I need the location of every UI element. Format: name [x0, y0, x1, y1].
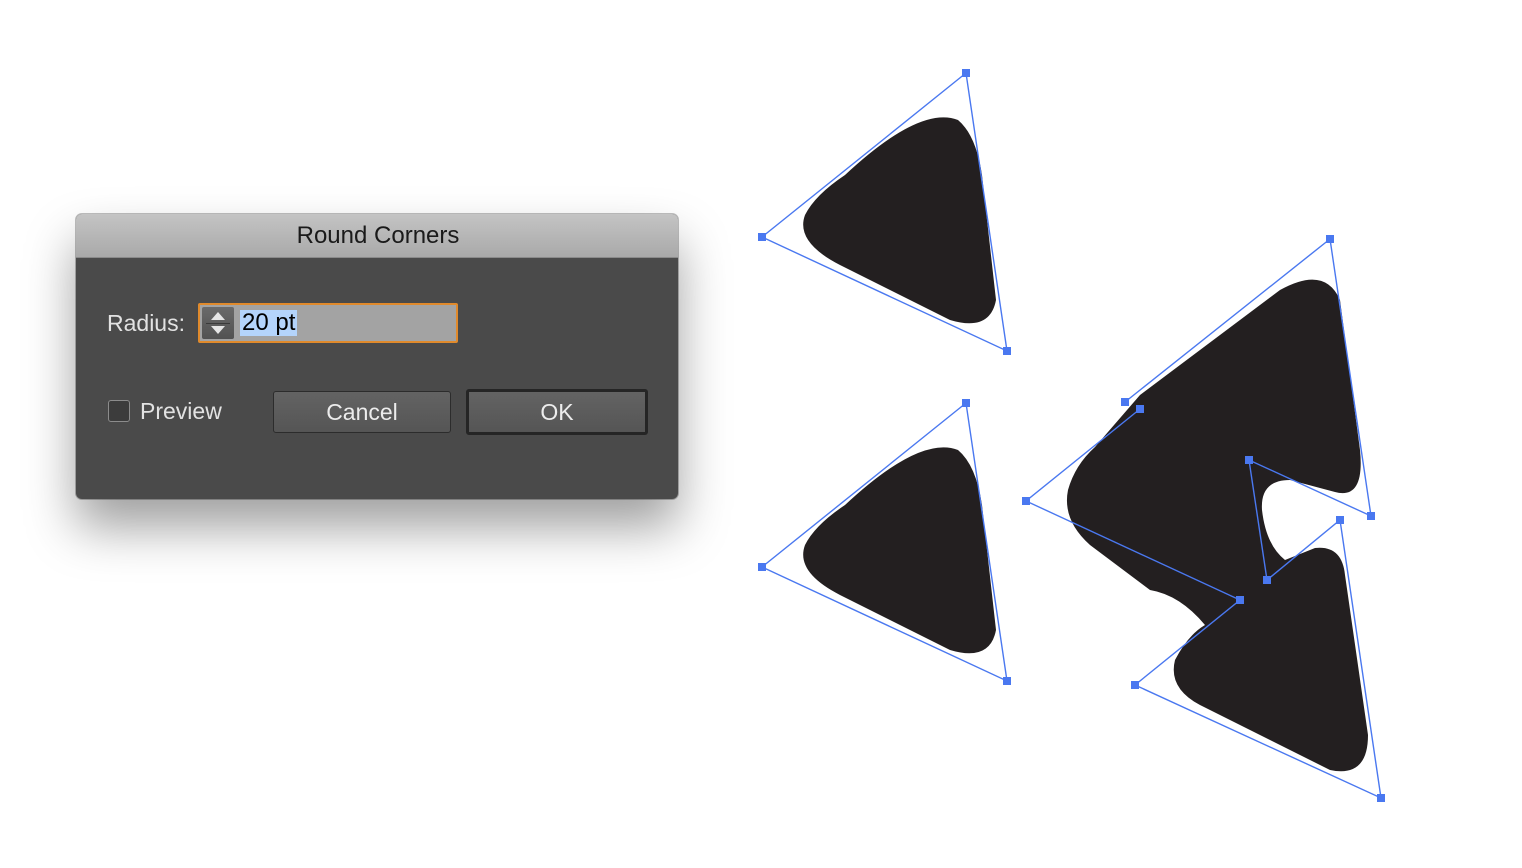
- rounded-triangle-1-fill[interactable]: [803, 117, 996, 324]
- rounded-compound-fill[interactable]: [1066, 279, 1368, 772]
- anchor-point[interactable]: [1121, 398, 1129, 406]
- chevron-up-icon[interactable]: [211, 312, 225, 320]
- anchor-point[interactable]: [1263, 576, 1271, 584]
- radius-label: Radius:: [107, 310, 185, 336]
- anchor-point[interactable]: [1131, 681, 1139, 689]
- anchor-point[interactable]: [1367, 512, 1375, 520]
- round-corners-dialog: Round Corners Radius: 20 pt Preview Canc…: [76, 214, 678, 499]
- anchor-point[interactable]: [1236, 596, 1244, 604]
- anchor-point[interactable]: [1336, 516, 1344, 524]
- cancel-button[interactable]: Cancel: [273, 391, 451, 433]
- stepper-divider: [206, 323, 230, 324]
- dialog-title: Round Corners: [296, 221, 460, 249]
- rounded-triangle-1[interactable]: [758, 69, 1011, 355]
- dialog-titlebar[interactable]: Round Corners: [76, 214, 678, 258]
- anchor-point[interactable]: [1003, 677, 1011, 685]
- rounded-triangle-2-fill[interactable]: [803, 447, 996, 654]
- anchor-point[interactable]: [1377, 794, 1385, 802]
- rounded-compound-shape[interactable]: [1022, 235, 1385, 802]
- radius-stepper[interactable]: [202, 307, 234, 339]
- anchor-point[interactable]: [758, 563, 766, 571]
- ok-button-label: OK: [540, 398, 574, 425]
- anchor-point[interactable]: [1003, 347, 1011, 355]
- anchor-point[interactable]: [1022, 497, 1030, 505]
- anchor-point[interactable]: [1245, 456, 1253, 464]
- anchor-point[interactable]: [758, 233, 766, 241]
- anchor-point[interactable]: [962, 399, 970, 407]
- anchor-point[interactable]: [1136, 405, 1144, 413]
- preview-checkbox[interactable]: [108, 400, 130, 422]
- anchor-point[interactable]: [1326, 235, 1334, 243]
- radius-input[interactable]: 20 pt: [198, 303, 458, 343]
- ok-button[interactable]: OK: [466, 389, 648, 435]
- rounded-triangle-2[interactable]: [758, 399, 1011, 685]
- chevron-down-icon[interactable]: [211, 326, 225, 334]
- preview-label[interactable]: Preview: [140, 398, 222, 425]
- cancel-button-label: Cancel: [326, 398, 398, 425]
- radius-value[interactable]: 20 pt: [240, 310, 298, 336]
- anchor-point[interactable]: [962, 69, 970, 77]
